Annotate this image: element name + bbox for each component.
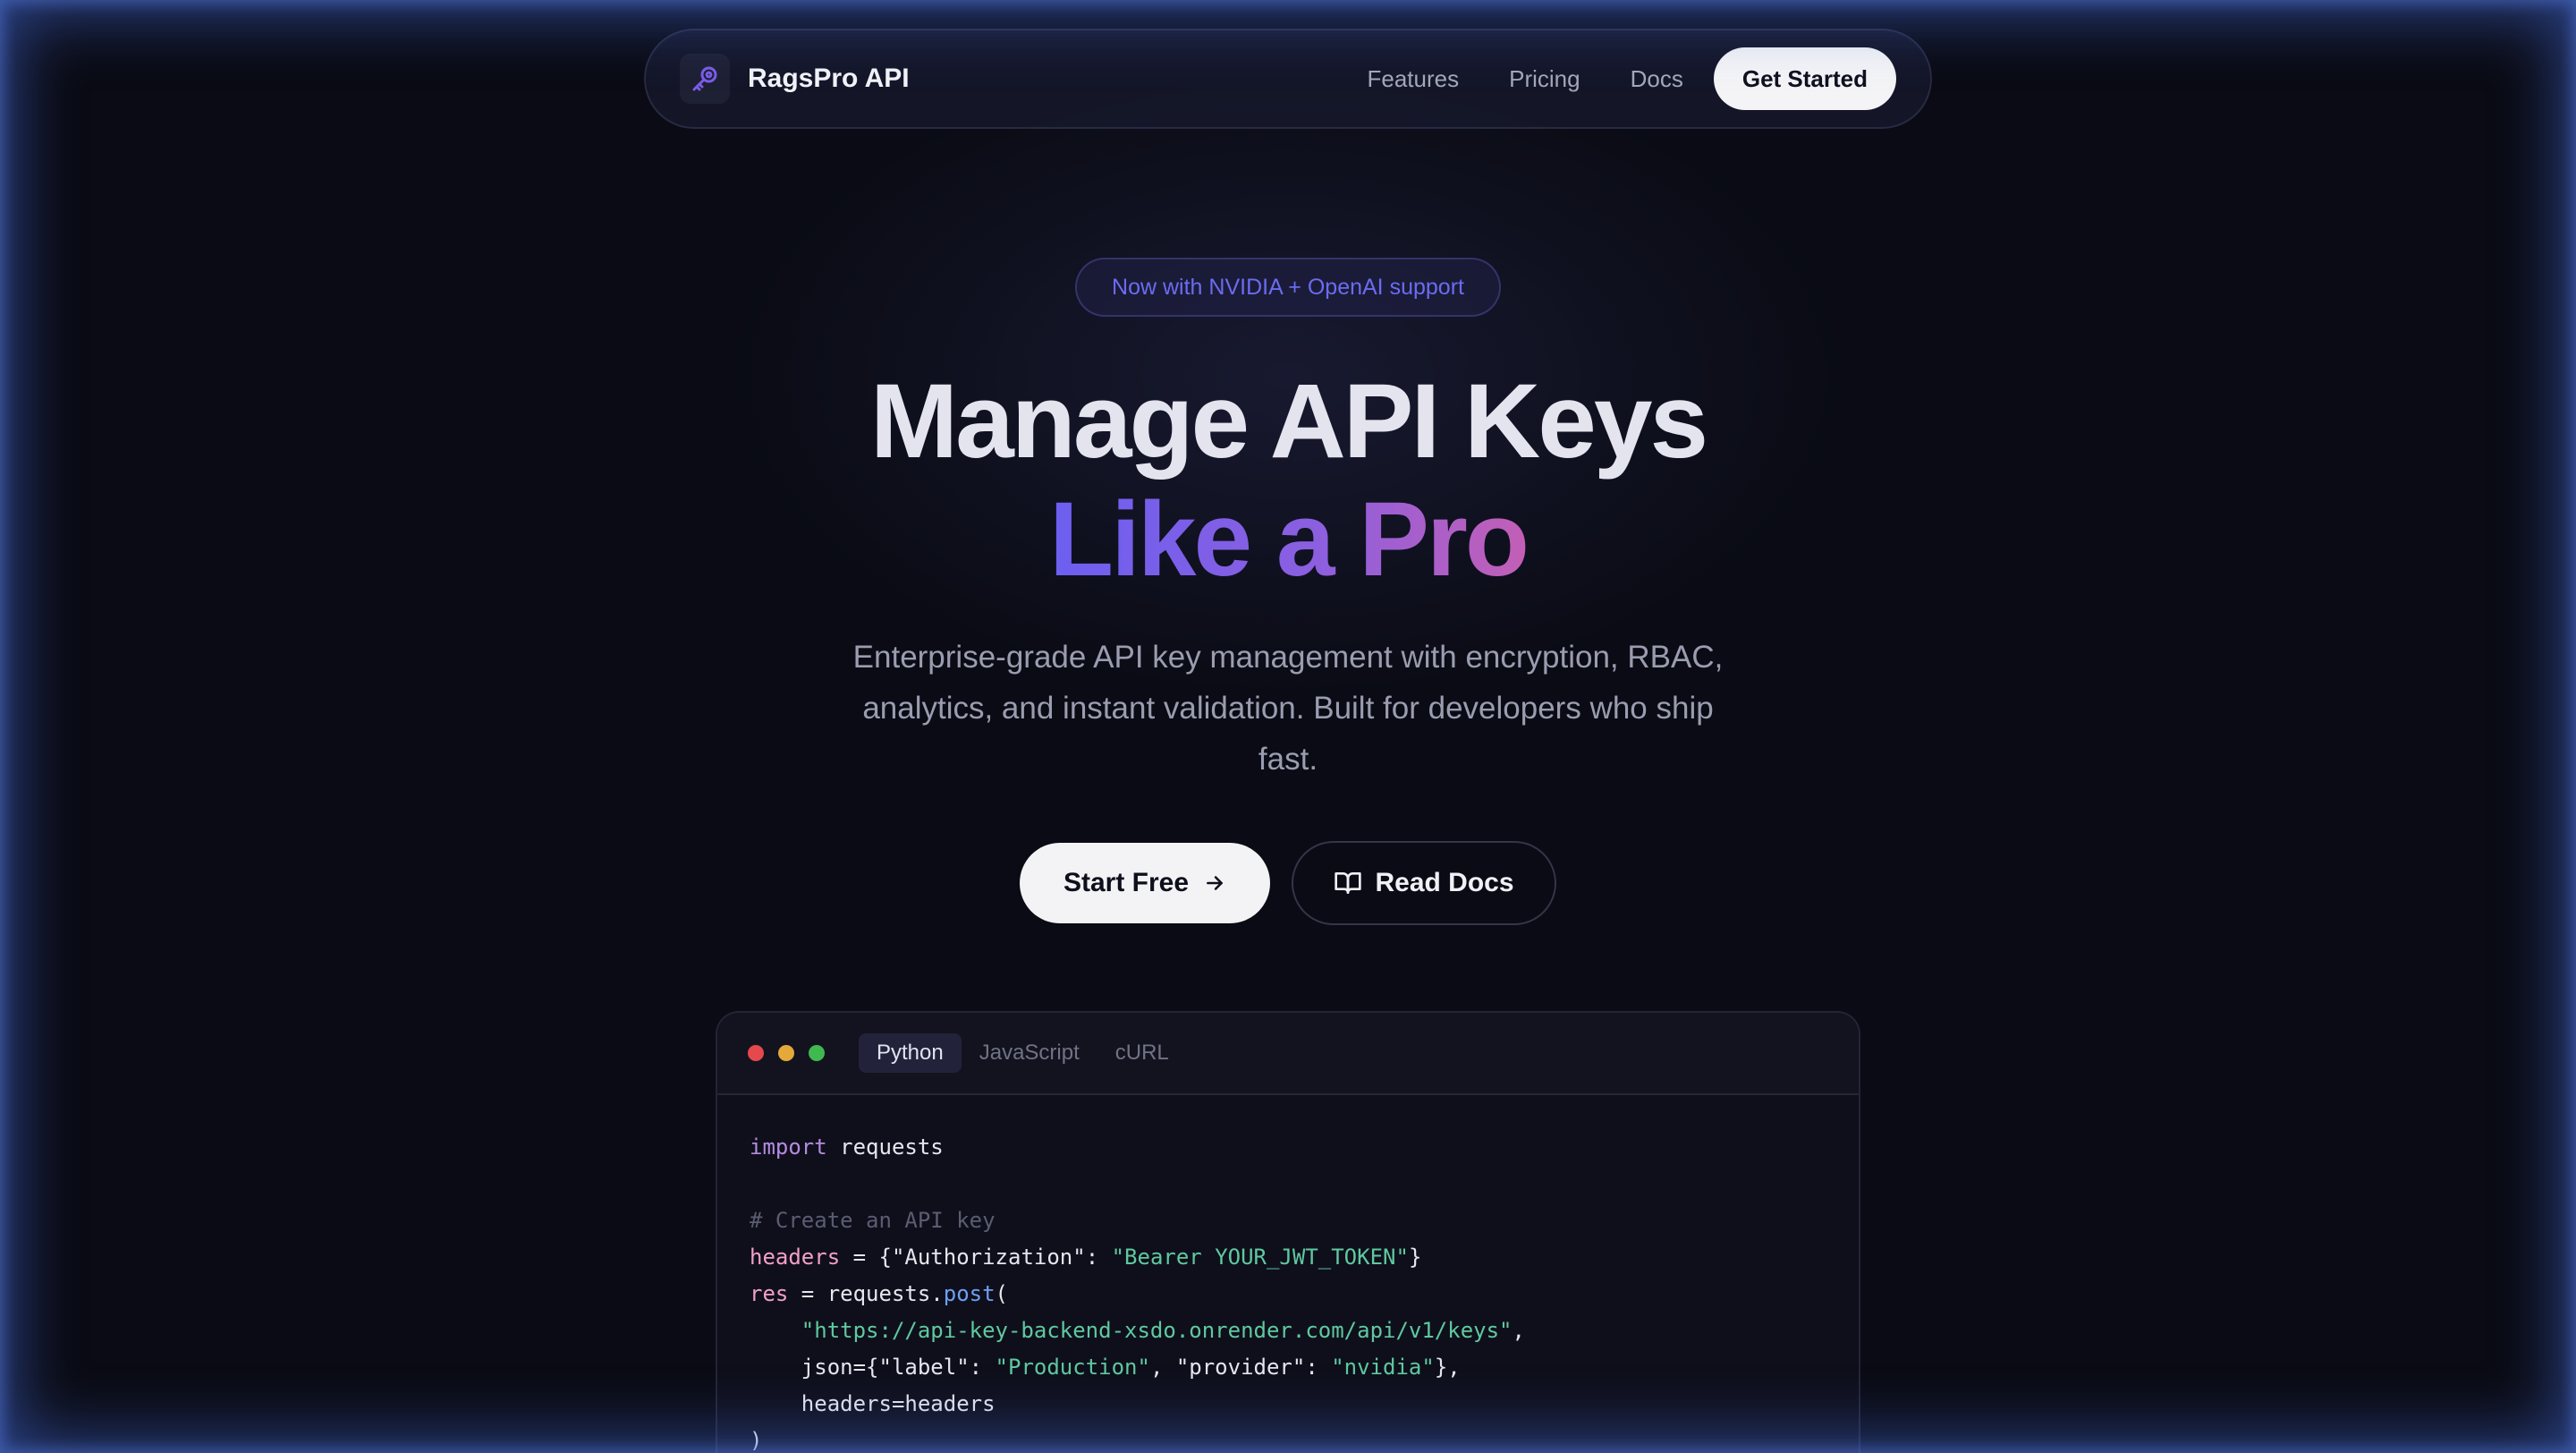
nav-link-docs[interactable]: Docs xyxy=(1631,65,1683,93)
code-string: "Bearer YOUR_JWT_TOKEN" xyxy=(1111,1245,1409,1270)
hero-subtitle-line: Enterprise-grade API key management with… xyxy=(852,640,1724,675)
nav-links: Features Pricing Docs Get Started xyxy=(1318,47,1896,110)
key-icon xyxy=(689,63,721,95)
start-free-label: Start Free xyxy=(1063,868,1190,897)
hero-title-highlight: Like a Pro xyxy=(1048,480,1530,599)
code-token: requests xyxy=(826,1134,944,1160)
announcement-badge-text: Now with NVIDIA + OpenAI support xyxy=(1112,274,1464,300)
code-token: headers xyxy=(750,1245,841,1270)
get-started-button[interactable]: Get Started xyxy=(1713,47,1896,110)
code-token: ( xyxy=(995,1281,1008,1306)
code-token: }, xyxy=(1434,1355,1461,1380)
code-line: "https://api-key-backend-xsdo.onrender.c… xyxy=(750,1313,1859,1349)
hero-title-line-2: Like a Pro xyxy=(0,487,2576,592)
code-token: import xyxy=(750,1134,827,1160)
code-token: ) xyxy=(750,1428,763,1453)
logo[interactable] xyxy=(680,54,730,104)
code-token: , xyxy=(1512,1318,1525,1343)
tab-python[interactable]: Python xyxy=(859,1033,962,1073)
hero-subtitle-line: fast. xyxy=(1258,742,1318,777)
code-string: "Production" xyxy=(995,1355,1150,1380)
code-token: } xyxy=(1408,1245,1422,1270)
language-tabs: Python JavaScript cURL xyxy=(859,1033,1187,1073)
book-open-icon xyxy=(1334,869,1362,897)
code-line: headers = {"Authorization": "Bearer YOUR… xyxy=(750,1239,1859,1276)
code-line: json={"label": "Production", "provider":… xyxy=(750,1349,1859,1386)
brand-name[interactable]: RagsPro API xyxy=(748,64,910,94)
code-string: "https://api-key-backend-xsdo.onrender.c… xyxy=(801,1318,1513,1343)
code-comment: # Create an API key xyxy=(750,1208,996,1233)
tab-javascript[interactable]: JavaScript xyxy=(962,1033,1097,1073)
hero-title-line-1: Manage API Keys xyxy=(869,362,1708,480)
hero-subtitle-line: analytics, and instant validation. Built… xyxy=(862,691,1714,726)
code-string: "nvidia" xyxy=(1331,1355,1435,1380)
window-close-dot xyxy=(748,1045,764,1061)
code-line: import requests xyxy=(750,1129,1859,1166)
nav-link-features[interactable]: Features xyxy=(1368,65,1460,93)
code-token: = requests. xyxy=(788,1281,944,1306)
nav-link-pricing[interactable]: Pricing xyxy=(1509,65,1580,93)
top-navbar: RagsPro API Features Pricing Docs Get St… xyxy=(644,29,1932,129)
read-docs-label: Read Docs xyxy=(1375,868,1514,897)
code-token: headers=headers xyxy=(801,1391,996,1416)
code-window-header: Python JavaScript cURL xyxy=(717,1013,1859,1095)
code-token: json={"label": xyxy=(801,1355,996,1380)
window-maximize-dot xyxy=(809,1045,825,1061)
tab-curl[interactable]: cURL xyxy=(1097,1033,1187,1073)
read-docs-button[interactable]: Read Docs xyxy=(1292,841,1556,925)
hero-subtitle: Enterprise-grade API key management with… xyxy=(823,632,1753,785)
code-line: # Create an API key xyxy=(750,1202,1859,1239)
window-minimize-dot xyxy=(778,1045,794,1061)
code-line: ) xyxy=(750,1423,1859,1453)
code-example-window: Python JavaScript cURL import requests #… xyxy=(716,1011,1860,1453)
code-token: res xyxy=(750,1281,789,1306)
code-line: headers=headers xyxy=(750,1386,1859,1423)
code-line: res = requests.post( xyxy=(750,1276,1859,1313)
code-block: import requests # Create an API key heade… xyxy=(717,1095,1859,1453)
code-token: = {"Authorization": xyxy=(840,1245,1112,1270)
arrow-right-icon xyxy=(1203,871,1226,895)
start-free-button[interactable]: Start Free xyxy=(1020,843,1270,923)
code-token: , "provider": xyxy=(1149,1355,1332,1380)
announcement-badge: Now with NVIDIA + OpenAI support xyxy=(1075,258,1501,317)
code-function: post xyxy=(943,1281,996,1306)
